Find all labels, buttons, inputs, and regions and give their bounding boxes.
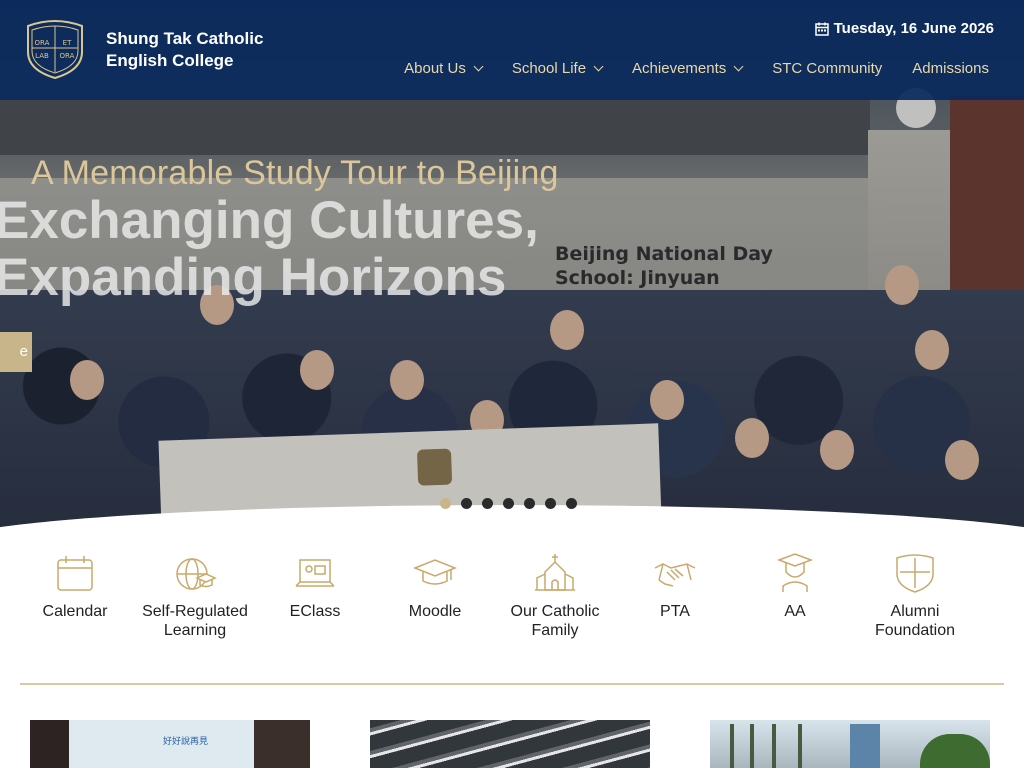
nav-stc-community[interactable]: STC Community <box>772 60 882 77</box>
crest-word: ORA <box>35 39 50 47</box>
slider-dot[interactable] <box>545 498 556 509</box>
slider-dot[interactable] <box>566 498 577 509</box>
chevron-down-icon <box>473 61 484 72</box>
slider-dot[interactable] <box>524 498 535 509</box>
chevron-down-icon <box>733 61 744 72</box>
school-crest-icon <box>896 554 934 593</box>
slider-dot[interactable] <box>461 498 472 509</box>
news-card-1[interactable]: 好好說再見 <box>30 720 310 768</box>
calendar-icon <box>814 22 829 36</box>
slider-pagination <box>440 498 577 509</box>
current-date: Tuesday, 16 June 2026 <box>814 20 994 37</box>
chevron-down-icon <box>593 61 604 72</box>
graduation-cap-icon <box>413 559 457 585</box>
hero-caption: A Memorable Study Tour to Beijing <box>31 154 559 192</box>
main-nav: About Us School Life Achievements STC Co… <box>374 60 989 77</box>
news-card-3[interactable] <box>710 720 990 768</box>
quick-link-eclass[interactable]: EClass <box>255 552 375 640</box>
church-icon <box>535 554 575 591</box>
school-name[interactable]: Shung Tak Catholic English College <box>106 28 263 72</box>
nav-admissions[interactable]: Admissions <box>912 60 989 77</box>
slider-dot[interactable] <box>482 498 493 509</box>
school-crest-logo[interactable]: ORA ET LAB ORA <box>22 18 88 80</box>
news-card-image-caption: 好好說再見 <box>163 736 209 746</box>
alumni-graduate-icon <box>776 553 814 592</box>
quick-link-our-catholic-family[interactable]: Our Catholic Family <box>495 552 615 640</box>
site-header: ORA ET LAB ORA Shung Tak Catholic Englis… <box>0 0 1024 100</box>
crest-word: ET <box>63 39 72 47</box>
quick-link-self-regulated-learning[interactable]: Self-Regulated Learning <box>135 552 255 640</box>
hero-read-more-button[interactable]: e <box>0 332 32 372</box>
quick-link-calendar[interactable]: Calendar <box>15 552 135 640</box>
quick-link-pta[interactable]: PTA <box>615 552 735 640</box>
nav-about-us[interactable]: About Us <box>404 60 484 77</box>
nav-school-life[interactable]: School Life <box>512 60 604 77</box>
hero-headline: Exchanging Cultures, Expanding Horizons <box>0 191 539 307</box>
handshake-icon <box>654 563 696 587</box>
quick-link-alumni-foundation[interactable]: Alumni Foundation <box>855 552 975 640</box>
news-card-2[interactable] <box>370 720 650 768</box>
laptop-chalkboard-icon <box>295 559 335 587</box>
crest-word: ORA <box>60 52 75 60</box>
slider-dot[interactable] <box>440 498 451 509</box>
globe-graduation-icon <box>176 558 217 590</box>
quick-link-aa[interactable]: AA <box>735 552 855 640</box>
nav-achievements[interactable]: Achievements <box>632 60 744 77</box>
section-divider <box>20 683 1004 685</box>
quick-links: Calendar Self-Regulated Learning EClass … <box>15 552 975 640</box>
slider-dot[interactable] <box>503 498 514 509</box>
quick-link-moodle[interactable]: Moodle <box>375 552 495 640</box>
crest-word: LAB <box>35 52 49 60</box>
calendar-icon <box>57 556 93 591</box>
